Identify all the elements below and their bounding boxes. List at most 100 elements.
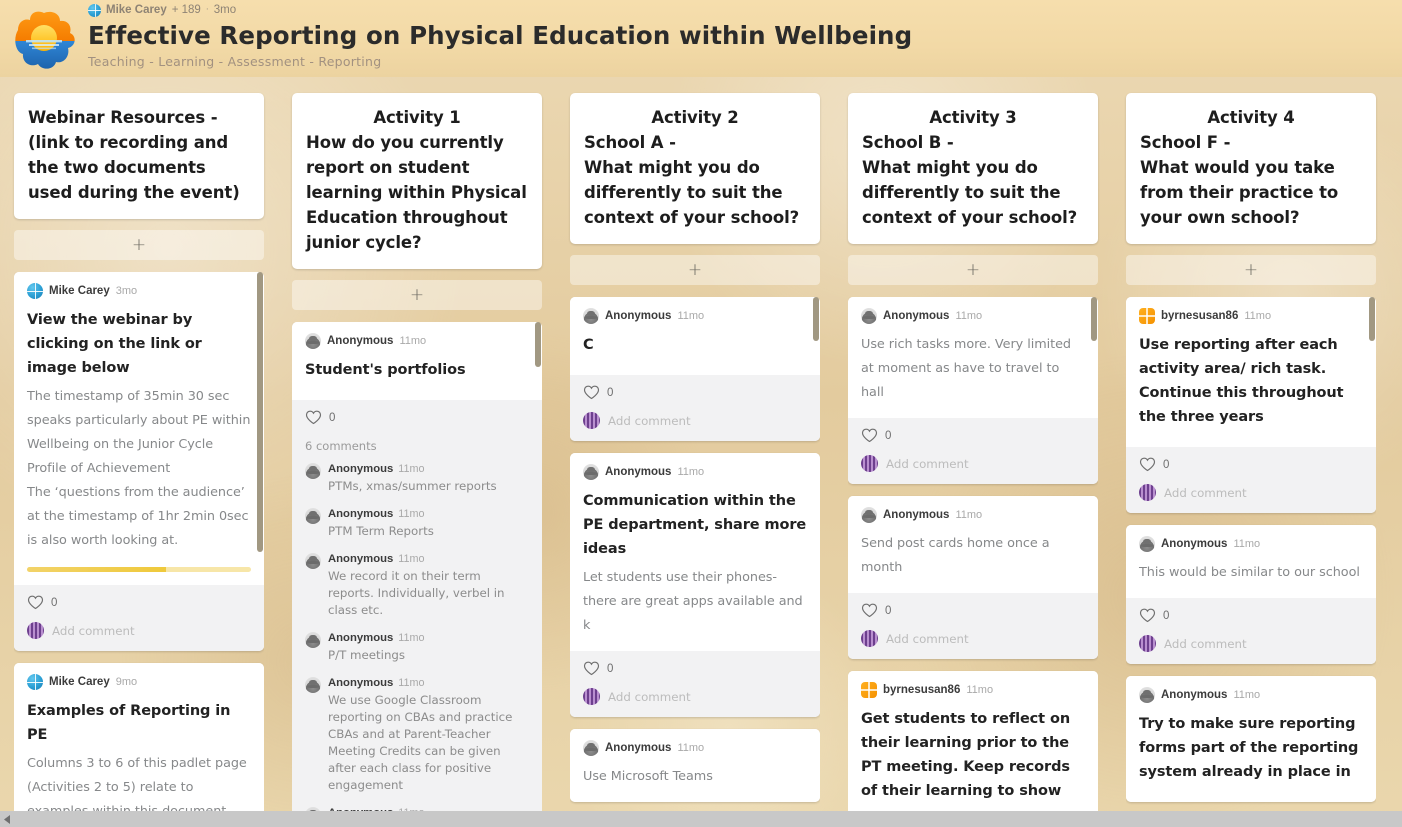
globe-avatar-icon [88, 3, 101, 17]
likes-row[interactable]: 0 [27, 595, 251, 610]
add-comment-row[interactable]: Add comment [861, 455, 1085, 472]
section-header-activity-2: Activity 2 School A - What might you do dif… [570, 93, 820, 244]
likes-row[interactable]: 0 [861, 603, 1085, 618]
add-comment-label: Add comment [1164, 485, 1247, 500]
post-timestamp: 11mo [1233, 689, 1261, 701]
globe-avatar-icon [27, 674, 43, 690]
column-scrollbar-webinar-resources[interactable] [257, 272, 263, 552]
post-subject: Examples of Reporting in PE [27, 703, 231, 743]
column-activity-2: Activity 2 School A - What might you do dif… [556, 93, 834, 811]
comment-item: Anonymous 11mo P/T meetings [305, 631, 529, 664]
post-timestamp: 11mo [1244, 310, 1272, 322]
post-footer: 0 Add comment [848, 593, 1098, 659]
post-body-text: Use rich tasks more. Very limited at mom… [861, 337, 1071, 400]
post-author-row: Anonymous 11mo [861, 507, 1085, 523]
anonymous-avatar-icon [305, 463, 321, 479]
column-scrollbar-activity-4[interactable] [1369, 297, 1375, 341]
comment-author-name: Anonymous [328, 508, 394, 520]
post-footer: 0 6 comments Anonymous 11mo PTMs, xmas/summe… [292, 400, 542, 827]
page-title: Effective Reporting on Physical Educatio… [88, 21, 913, 50]
heart-icon[interactable] [1139, 608, 1156, 623]
anonymous-avatar-icon [305, 553, 321, 569]
post-body-text: Send post cards home once a month [861, 536, 1050, 575]
post-body: Mike Carey 9mo Examples of Reporting in PE… [14, 663, 264, 827]
column-track: Anonymous 11mo C 0 Add comment Anonymous 11mo C… [570, 297, 820, 802]
anonymous-avatar-icon [583, 464, 599, 480]
add-post-button-activity-3[interactable]: + [848, 255, 1098, 285]
section-title-line: School B - [862, 133, 954, 152]
likes-row[interactable]: 0 [583, 661, 807, 676]
heart-icon[interactable] [27, 595, 44, 610]
section-title-line: Education throughout [306, 208, 508, 227]
comment-timestamp: 11mo [398, 553, 425, 565]
post-author-name: Anonymous [605, 466, 672, 478]
post-author-row: Anonymous 11mo [583, 740, 807, 756]
add-comment-row[interactable]: Add comment [1139, 484, 1363, 501]
add-comment-label: Add comment [886, 631, 969, 646]
post-author-name: Anonymous [605, 310, 672, 322]
post-footer: 0 Add comment [1126, 598, 1376, 664]
horizontal-scrollbar-thumb[interactable] [16, 811, 1402, 827]
post-timestamp: 11mo [677, 742, 705, 754]
add-post-button-activity-4[interactable]: + [1126, 255, 1376, 285]
post-timestamp: 11mo [955, 509, 983, 521]
post-timestamp: 11mo [399, 335, 427, 347]
post-author-name: Anonymous [1161, 538, 1228, 550]
column-activity-3: Activity 3 School B - What might you do dif… [834, 93, 1112, 821]
chevron-left-icon[interactable] [0, 811, 16, 827]
heart-icon[interactable] [1139, 457, 1156, 472]
add-post-button-activity-2[interactable]: + [570, 255, 820, 285]
column-scroll-area-activity-1: Anonymous 11mo Student's portfolios 0 6 comm… [292, 322, 542, 827]
heart-icon[interactable] [861, 603, 878, 618]
page-subtitle: Teaching - Learning - Assessment - Repor… [88, 54, 382, 69]
comment-head: Anonymous 11mo [328, 631, 529, 645]
section-title-line: context of your school? [584, 208, 800, 227]
add-comment-label: Add comment [608, 413, 691, 428]
add-comment-label: Add comment [52, 623, 135, 638]
add-comment-row[interactable]: Add comment [1139, 635, 1363, 652]
horizontal-scrollbar[interactable] [0, 811, 1402, 827]
likes-row[interactable]: 0 [305, 410, 529, 425]
section-title-line: your own school? [1140, 208, 1300, 227]
striped-avatar-icon [861, 630, 878, 647]
comments-count: 6 comments [305, 439, 377, 453]
column-track: Mike Carey 3mo View the webinar by clickin… [14, 272, 264, 827]
heart-icon[interactable] [861, 428, 878, 443]
section-title-line: from their practice to [1140, 183, 1339, 202]
section-title-line: report on student [306, 158, 470, 177]
post-author-row: Mike Carey 3mo [27, 283, 251, 299]
anonymous-avatar-icon [1139, 687, 1155, 703]
add-comment-row[interactable]: Add comment [861, 630, 1085, 647]
column-scrollbar-activity-2[interactable] [813, 297, 819, 341]
post-author-row: Mike Carey 9mo [27, 674, 251, 690]
heart-icon[interactable] [583, 385, 600, 400]
comment-head: Anonymous 11mo [328, 552, 529, 566]
board-author[interactable]: Mike Carey [106, 4, 167, 16]
post-body: byrnesusan86 11mo Use reporting after each… [1126, 297, 1376, 447]
column-track: byrnesusan86 11mo Use reporting after each… [1126, 297, 1376, 802]
comment-timestamp: 11mo [398, 508, 425, 520]
post-author-name: byrnesusan86 [883, 684, 961, 696]
heart-icon[interactable] [583, 661, 600, 676]
column-scrollbar-activity-1[interactable] [535, 322, 541, 367]
section-title-line: the two documents [28, 158, 206, 177]
add-post-button-webinar-resources[interactable]: + [14, 230, 264, 260]
add-post-button-activity-1[interactable]: + [292, 280, 542, 310]
column-scrollbar-activity-3[interactable] [1091, 297, 1097, 341]
anonymous-avatar-icon [305, 677, 321, 693]
add-comment-row[interactable]: Add comment [583, 412, 807, 429]
attachment-link-bar[interactable] [27, 567, 251, 572]
likes-row[interactable]: 0 [861, 428, 1085, 443]
post-author-row: Anonymous 11mo [1139, 536, 1363, 552]
likes-row[interactable]: 0 [583, 385, 807, 400]
likes-row[interactable]: 0 [1139, 457, 1363, 472]
add-comment-row[interactable]: Add comment [27, 622, 251, 639]
likes-row[interactable]: 0 [1139, 608, 1363, 623]
column-track: Anonymous 11mo Use rich tasks more. Very l… [848, 297, 1098, 821]
heart-icon[interactable] [305, 410, 322, 425]
post-subject: Use reporting after each activity area/ … [1139, 337, 1344, 425]
add-comment-label: Add comment [886, 456, 969, 471]
section-title-line: differently to suit the [862, 183, 1061, 202]
add-comment-row[interactable]: Add comment [583, 688, 807, 705]
section-title-line: Activity 4 [1207, 108, 1295, 127]
